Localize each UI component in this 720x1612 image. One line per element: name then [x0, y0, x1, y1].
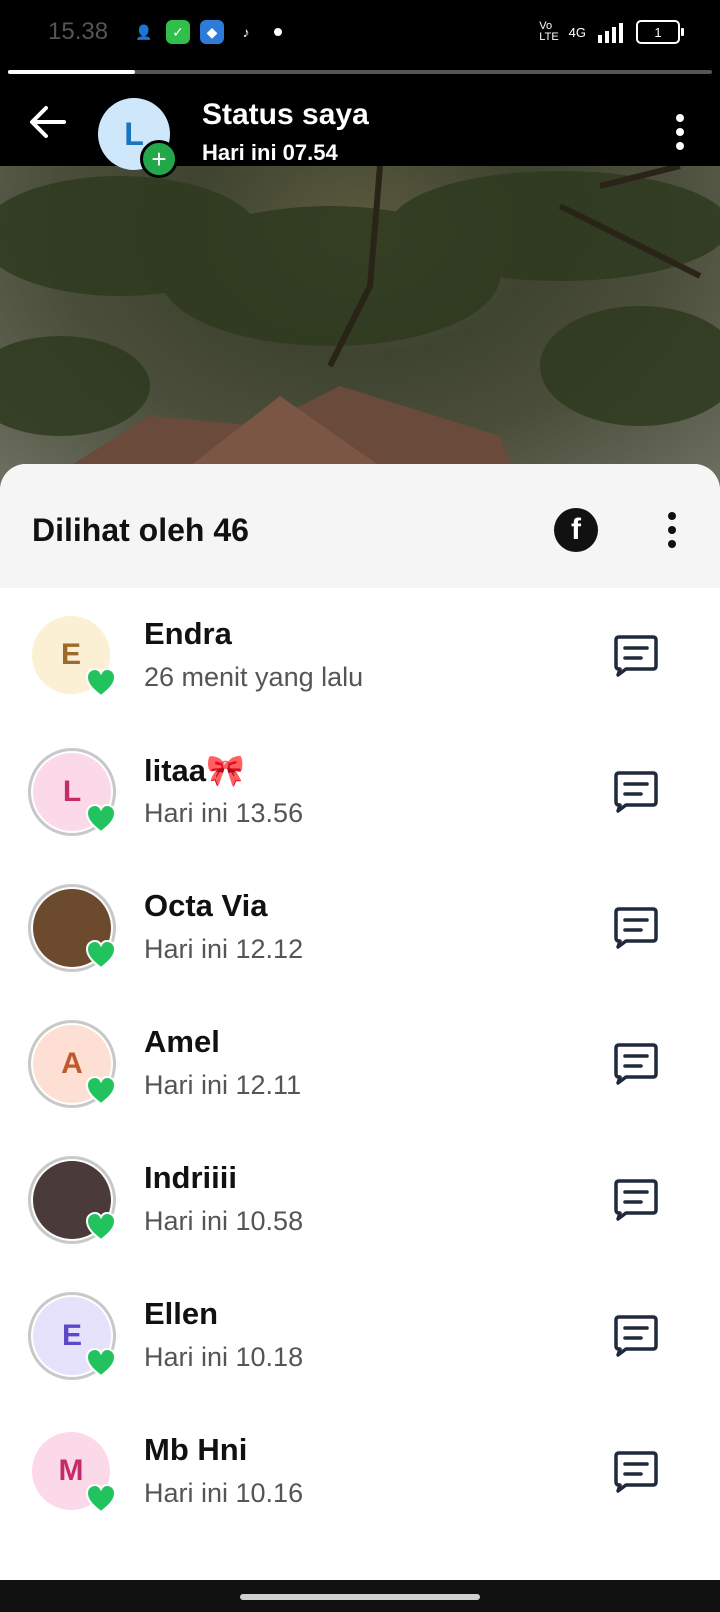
viewer-avatar-wrap — [28, 1156, 117, 1244]
viewer-time: Hari ini 10.18 — [144, 1342, 304, 1372]
viewer-avatar-wrap: A — [28, 1020, 117, 1108]
notification-icons: 👤 ✓ ◆ ♪ — [132, 20, 282, 44]
viewer-time: Hari ini 10.58 — [144, 1206, 304, 1236]
heart-reaction-icon — [85, 1483, 117, 1514]
viewer-time: Hari ini 13.56 — [144, 798, 304, 828]
signal-bars-icon — [598, 23, 623, 43]
heart-reaction-icon — [85, 803, 117, 834]
shield-icon: ✓ — [166, 20, 190, 44]
status-timestamp: Hari ini 07.54 — [202, 140, 338, 165]
viewer-name: Octa Via — [144, 888, 268, 923]
viewer-name: Indriiii — [144, 1160, 237, 1195]
viewers-count-title: Dilihat oleh 46 — [32, 512, 249, 548]
message-icon[interactable] — [612, 770, 660, 814]
viewer-avatar-letter: A — [61, 1047, 83, 1080]
heart-reaction-icon — [85, 1211, 117, 1242]
viewer-avatar-letter: E — [60, 638, 81, 671]
message-icon[interactable] — [612, 906, 660, 950]
system-icons: Vo LTE 4G 1 — [539, 20, 684, 44]
photo-scene — [0, 166, 720, 486]
heart-reaction-icon — [85, 939, 117, 970]
viewer-avatar-wrap: L — [28, 748, 117, 836]
viewer-time: Hari ini 12.11 — [144, 1070, 302, 1100]
more-options-icon[interactable] — [670, 112, 690, 152]
tiktok-icon: ♪ — [242, 24, 250, 40]
viewer-row[interactable]: E Ellen Hari ini 10.18 — [0, 1268, 720, 1404]
viewer-name: litaa🎀 — [144, 753, 245, 788]
viewer-name: Endra — [144, 616, 232, 651]
app-icon: ◆ — [200, 20, 224, 44]
more-notifications-dot — [274, 28, 282, 36]
status-bar: 15.38 👤 ✓ ◆ ♪ Vo LTE 4G 1 — [0, 0, 720, 74]
home-gesture-bar[interactable] — [240, 1594, 480, 1600]
viewer-avatar-wrap — [28, 884, 117, 972]
viewer-name: Mb Hni — [144, 1432, 248, 1467]
battery-icon: 1 — [636, 20, 684, 44]
status-header: L + Status saya Hari ini 07.54 — [0, 74, 720, 178]
page-title: Status saya — [202, 98, 369, 131]
viewer-avatar-wrap: M — [28, 1428, 117, 1516]
signal-icon: 4G — [568, 24, 586, 40]
viewer-row[interactable]: Indriiii Hari ini 10.58 — [0, 1132, 720, 1268]
add-status-icon[interactable]: + — [140, 140, 178, 178]
viewer-row[interactable]: Octa Via Hari ini 12.12 — [0, 860, 720, 996]
viewer-row[interactable]: Llitaa🎀 Hari ini 13.56 — [0, 724, 720, 860]
viewer-row[interactable]: M Mb Hni Hari ini 10.16 — [0, 1404, 720, 1540]
viewer-avatar-letter: L — [62, 775, 82, 808]
my-avatar-letter: L — [124, 115, 144, 152]
viewer-row[interactable]: E Endra 26 menit yang lalu — [0, 588, 720, 724]
viewer-name: Ellen — [144, 1296, 219, 1331]
viewers-sheet-header: Dilihat oleh 46 f — [0, 464, 720, 588]
sheet-more-options-icon[interactable] — [664, 510, 680, 550]
message-icon[interactable] — [612, 634, 660, 678]
status-time: 15.38 — [48, 18, 109, 45]
contact-add-icon: 👤 — [135, 23, 153, 40]
viewer-name: Amel — [144, 1024, 220, 1059]
viewer-time: Hari ini 10.16 — [144, 1478, 304, 1508]
viewer-time: 26 menit yang lalu — [144, 662, 364, 692]
viewer-avatar-letter: E — [61, 1319, 82, 1352]
heart-reaction-icon — [85, 667, 117, 698]
status-photo[interactable] — [0, 166, 720, 486]
back-arrow-icon[interactable] — [24, 98, 72, 146]
viewers-sheet: Dilihat oleh 46 f E Endra 26 menit yang la… — [0, 464, 720, 1580]
viewer-row[interactable]: A Amel Hari ini 12.11 — [0, 996, 720, 1132]
viewer-avatar-wrap: E — [28, 612, 117, 700]
heart-reaction-icon — [85, 1347, 117, 1378]
viewer-avatar-wrap: E — [28, 1292, 117, 1380]
message-icon[interactable] — [612, 1178, 660, 1222]
facebook-share-icon[interactable]: f — [554, 508, 598, 552]
battery-level: 1 — [654, 24, 662, 40]
message-icon[interactable] — [612, 1314, 660, 1358]
viewer-time: Hari ini 12.12 — [144, 934, 304, 964]
volte-icon: Vo LTE — [539, 20, 559, 43]
viewer-avatar-letter: M — [58, 1454, 84, 1487]
viewers-list: E Endra 26 menit yang lalu Llitaa🎀 Hari ini … — [0, 588, 720, 1540]
message-icon[interactable] — [612, 1450, 660, 1494]
message-icon[interactable] — [612, 1042, 660, 1086]
navigation-bar — [0, 1580, 720, 1612]
heart-reaction-icon — [85, 1075, 117, 1106]
